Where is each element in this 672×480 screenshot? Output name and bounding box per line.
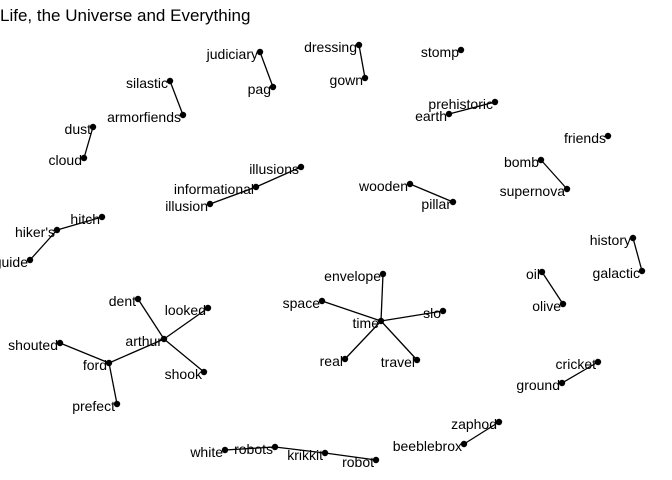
labels-layer: judiciary pag dressing gown stomp silastic arm… [0, 39, 640, 470]
node-label-stomp: stomp [421, 44, 459, 60]
node-label-friends: friends [564, 130, 606, 146]
node-label-supernova: supernova [500, 183, 566, 199]
node-label-cricket: cricket [556, 356, 597, 372]
node-label-judiciary: judiciary [206, 46, 258, 62]
node-label-galactic: galactic [593, 265, 640, 281]
node-label-white: white [189, 444, 223, 460]
node-label-arthur: arthur [125, 333, 162, 349]
node-label-prefect: prefect [72, 398, 115, 414]
node-label-pag: pag [248, 81, 271, 97]
node-label-travel: travel [381, 354, 415, 370]
node-label-illusion: illusion [165, 198, 208, 214]
node-label-earth: earth [415, 108, 447, 124]
node-label-informational: informational [174, 181, 254, 197]
node-label-krikkit: krikkit [287, 447, 323, 463]
node-label-robot: robot [342, 454, 374, 470]
node-label-olive: olive [532, 298, 561, 314]
node-label-illusions: illusions [249, 161, 299, 177]
node-label-dent: dent [109, 293, 136, 309]
node-label-gown: gown [330, 72, 363, 88]
node-label-history: history [590, 232, 631, 248]
node-label-dust: dust [65, 121, 92, 137]
node-label-real: real [320, 353, 343, 369]
node-label-hitch: hitch [70, 211, 100, 227]
node-label-bomb: bomb [504, 154, 539, 170]
node-label-beeblebrox: beeblebrox [393, 438, 462, 454]
node-label-pillar: pillar [421, 196, 451, 212]
edge-envelope-time [380, 273, 384, 322]
node-label-wooden: wooden [358, 178, 408, 194]
node-label-guide: guide [0, 254, 28, 270]
node-label-hikers: hiker's [15, 224, 55, 240]
node-label-dressing: dressing [304, 39, 357, 55]
edges-layer [29, 44, 643, 461]
node-label-armorfiends: armorfiends [107, 109, 181, 125]
node-label-shouted: shouted [8, 337, 58, 353]
node-label-oil: oil [526, 266, 540, 282]
node-label-cloud: cloud [49, 152, 82, 168]
node-label-shook: shook [165, 366, 203, 382]
node-label-time: time [353, 315, 380, 331]
node-label-robots: robots [234, 441, 273, 457]
node-label-looked: looked [165, 302, 206, 318]
node-label-slo: slo [423, 305, 441, 321]
graph-title: Life, the Universe and Everything [0, 6, 250, 25]
node-label-space: space [283, 295, 321, 311]
word-graph: Life, the Universe and Everything judici… [0, 6, 646, 470]
node-label-zaphod: zaphod [451, 416, 497, 432]
node-label-ground: ground [516, 377, 560, 393]
node-label-envelope: envelope [324, 268, 381, 284]
nodes-layer [26, 41, 646, 464]
node-label-silastic: silastic [126, 75, 168, 91]
node-label-ford: ford [83, 357, 107, 373]
